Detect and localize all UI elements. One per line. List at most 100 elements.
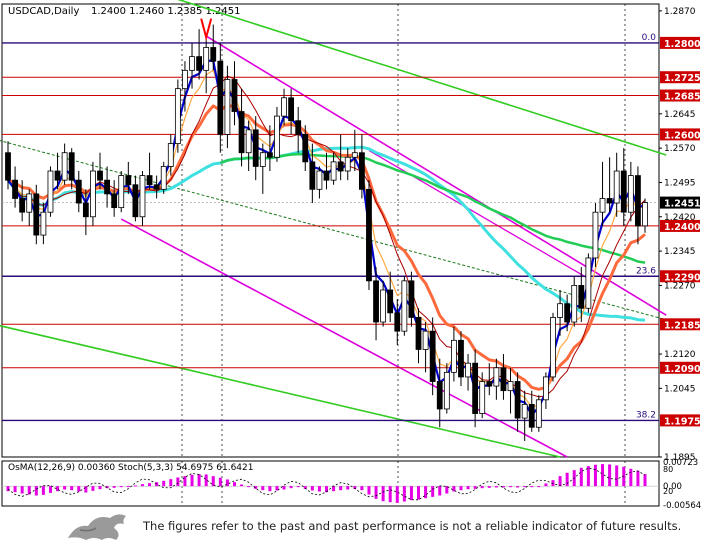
candle-body — [288, 97, 295, 122]
candle-body — [585, 257, 592, 309]
candle-body — [104, 179, 110, 195]
candle-body — [627, 175, 634, 213]
osma-bar — [218, 477, 222, 487]
candle-body — [118, 175, 125, 209]
osma-bar — [424, 486, 428, 499]
candle-body — [528, 403, 535, 428]
osma-bar — [41, 486, 45, 495]
candle-body — [189, 56, 195, 71]
candle-body — [295, 120, 302, 135]
osma-bar — [487, 486, 491, 488]
candle-body — [592, 211, 599, 259]
osma-bar — [388, 486, 392, 503]
osma-bar — [296, 486, 300, 488]
osma-bar — [523, 486, 527, 488]
candle-body — [550, 317, 556, 378]
osma-bar — [190, 474, 194, 487]
osma-bar — [310, 486, 314, 491]
candle-body — [40, 211, 47, 236]
candle-body — [620, 170, 627, 213]
osma-bar — [494, 486, 498, 488]
candle-body — [274, 115, 280, 158]
osma-bar — [417, 486, 421, 500]
candle-body — [224, 79, 231, 135]
y-tick-label-1.2045: 1.2045 — [664, 384, 696, 394]
candle-body — [259, 152, 266, 167]
osma-bar — [565, 472, 569, 487]
osma-bar — [204, 474, 208, 487]
candle-body — [153, 184, 160, 190]
candle-body — [408, 280, 415, 318]
osma-bar — [70, 486, 74, 491]
osma-bar — [34, 486, 38, 496]
candle-body — [82, 202, 89, 218]
candle-body — [436, 381, 443, 410]
osma-bar — [247, 486, 251, 488]
candle-body — [309, 161, 316, 190]
osma-bar — [339, 486, 343, 491]
y-tick-label-1.2270: 1.2270 — [664, 281, 696, 291]
candle-body — [571, 285, 578, 323]
osma-bar — [133, 485, 137, 487]
candle-body — [111, 193, 118, 209]
candle-body — [429, 330, 436, 382]
candle-body — [196, 56, 203, 71]
osma-bar — [629, 468, 633, 487]
candle-body — [507, 381, 514, 392]
osma-bar — [558, 476, 562, 487]
candle-body — [210, 47, 217, 62]
osma-bar — [395, 486, 399, 503]
osma-bar — [374, 486, 378, 499]
osma-bar — [608, 464, 612, 487]
level-label-1.2685: 1.2685 — [664, 92, 701, 103]
bull-logo-icon — [68, 514, 126, 540]
candle-body — [486, 381, 493, 387]
candle-body — [54, 170, 61, 181]
candle-body — [167, 143, 174, 167]
osma-bar — [119, 486, 123, 488]
candle-body — [458, 339, 464, 378]
osma-bar — [636, 470, 640, 487]
y-tick-label-1.2495: 1.2495 — [664, 178, 696, 188]
osma-bar — [544, 483, 548, 487]
chart-root: USDCAD,Daily 1.2400 1.2460 1.2385 1.2451… — [0, 0, 701, 552]
candle-body — [90, 170, 96, 218]
candle-body — [26, 193, 33, 213]
osma-bar — [480, 486, 484, 489]
osma-bar — [601, 464, 605, 487]
candle-body — [415, 317, 422, 350]
osma-bar — [126, 486, 130, 488]
candle-body — [401, 280, 408, 332]
candle-body — [422, 330, 429, 350]
osma-bar — [169, 479, 173, 487]
y-tick-label-1.2420: 1.2420 — [664, 213, 696, 223]
candle-body — [266, 152, 273, 158]
osma-bar — [466, 486, 470, 490]
osma-bar — [112, 486, 116, 488]
osma-bar — [240, 484, 244, 487]
osma-bar — [282, 486, 286, 490]
osma-bar — [155, 482, 159, 487]
level-label-1.2600: 1.2600 — [664, 130, 701, 141]
osma-bar — [140, 484, 144, 487]
candle-body — [330, 161, 337, 181]
osma-bar — [317, 486, 321, 492]
candle-body — [642, 202, 648, 227]
candle-body — [146, 175, 153, 186]
stoch-level-80: 80 — [663, 465, 673, 474]
candle-body — [394, 312, 401, 332]
level-label-1.1975: 1.1975 — [664, 416, 701, 427]
osma-bar — [516, 486, 520, 488]
candle-body — [351, 152, 358, 158]
candle-body — [323, 170, 330, 181]
osma-bar — [346, 486, 350, 490]
disclaimer-text: The figures refer to the past and past p… — [143, 519, 682, 533]
osma-bar — [211, 476, 215, 487]
candle-body — [578, 285, 585, 309]
candle-body — [5, 152, 11, 181]
osma-bar — [473, 486, 477, 489]
osma-bar — [225, 479, 229, 487]
osma-bar — [91, 486, 95, 491]
osma-label: OsMA(12,26,9) 0.00360 — [8, 463, 115, 473]
osma-bar — [13, 486, 17, 493]
